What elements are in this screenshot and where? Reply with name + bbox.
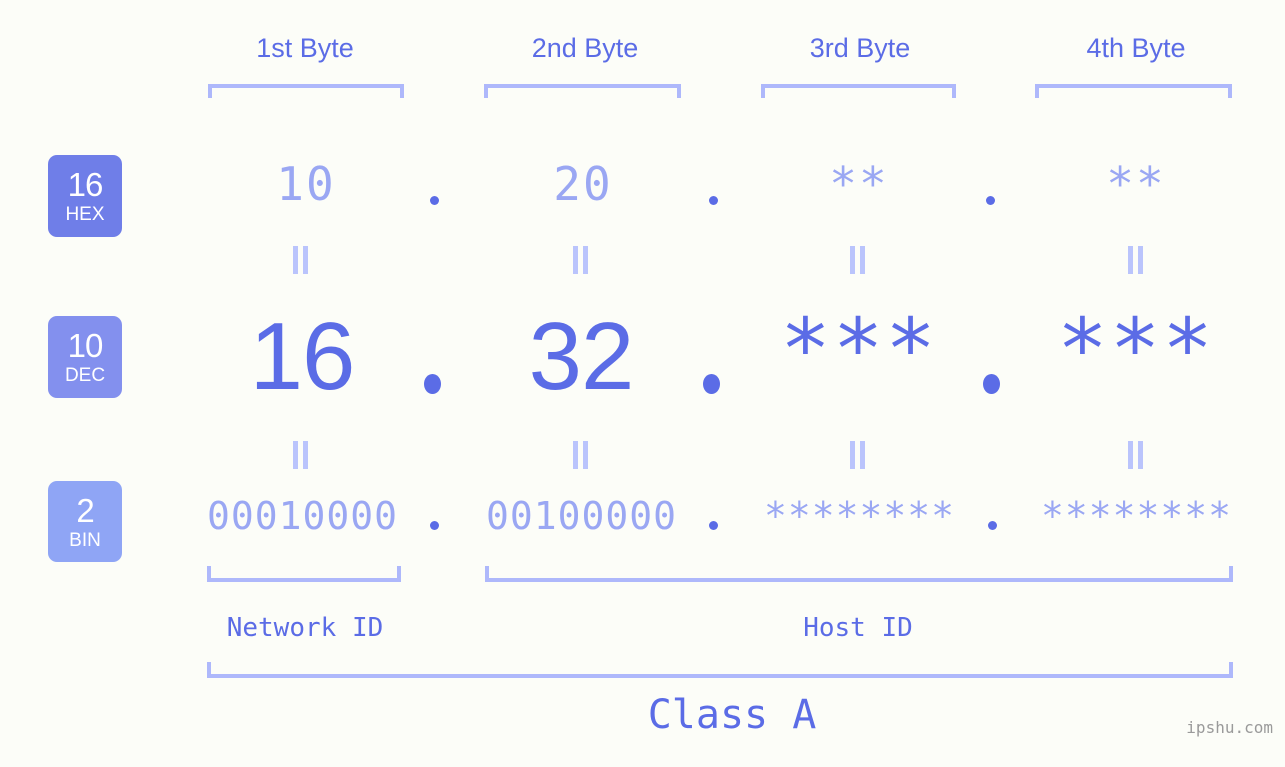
- radix-badge-hex-name: HEX: [65, 204, 105, 225]
- byte-header-2: 2nd Byte: [465, 33, 705, 64]
- equals-hex-dec-3: [849, 246, 867, 274]
- equals-hex-dec-1: [292, 246, 310, 274]
- dec-separator-1: [424, 374, 441, 394]
- hex-byte-4-value: **: [1016, 157, 1256, 211]
- bin-byte-2-text: 00100000: [485, 494, 678, 538]
- hex-separator-3: [986, 196, 995, 205]
- host-id-bracket: [485, 566, 1233, 582]
- dec-separator-3: [983, 374, 1000, 394]
- hex-byte-1-text: 10: [276, 157, 336, 211]
- byte-bracket-4: [1035, 84, 1232, 98]
- byte-header-1-label: 1st Byte: [256, 33, 354, 63]
- bin-byte-3-value: ********: [737, 494, 982, 538]
- hex-byte-2-text: 20: [553, 157, 613, 211]
- byte-header-3: 3rd Byte: [740, 33, 980, 64]
- host-id-label-text: Host ID: [803, 613, 913, 643]
- byte-header-3-label: 3rd Byte: [809, 33, 911, 63]
- radix-badge-hex-number: 16: [67, 166, 104, 203]
- hex-byte-3-text: **: [829, 157, 889, 211]
- equals-dec-bin-2: [572, 441, 590, 469]
- byte-header-1: 1st Byte: [185, 33, 425, 64]
- byte-header-4-label: 4th Byte: [1086, 33, 1186, 63]
- class-label: Class A: [512, 692, 952, 738]
- radix-badge-dec-number: 10: [67, 327, 104, 364]
- hex-byte-2-value: 20: [463, 157, 703, 211]
- network-id-label: Network ID: [185, 613, 425, 643]
- class-bracket: [207, 662, 1233, 678]
- equals-hex-dec-4: [1127, 246, 1145, 274]
- bin-byte-4-text: ********: [1040, 494, 1233, 538]
- bin-separator-3: [988, 521, 997, 530]
- bin-byte-4-value: ********: [1014, 494, 1259, 538]
- watermark-text: ipshu.com: [1186, 718, 1273, 737]
- watermark: ipshu.com: [1186, 718, 1273, 737]
- dec-byte-4-text: ***: [1057, 300, 1215, 398]
- radix-badge-bin[interactable]: 2 BIN: [48, 481, 122, 562]
- hex-separator-2: [709, 196, 718, 205]
- byte-bracket-2: [484, 84, 681, 98]
- dec-byte-2-text: 32: [528, 303, 635, 410]
- bin-separator-2: [709, 521, 718, 530]
- byte-bracket-3: [761, 84, 956, 98]
- hex-byte-1-value: 10: [186, 157, 426, 211]
- hex-separator-1: [430, 196, 439, 205]
- ip-breakdown-diagram: 1st Byte 2nd Byte 3rd Byte 4th Byte 16 H…: [0, 0, 1285, 767]
- byte-header-4: 4th Byte: [1016, 33, 1256, 64]
- bin-byte-1-text: 00010000: [206, 494, 399, 538]
- dec-byte-1-text: 16: [249, 303, 356, 410]
- bin-byte-2-value: 00100000: [459, 494, 704, 538]
- bin-byte-1-value: 00010000: [180, 494, 425, 538]
- dec-byte-2-value: 32: [461, 302, 701, 412]
- dec-byte-4-value: ***: [1016, 300, 1256, 398]
- dec-byte-3-text: ***: [780, 300, 938, 398]
- equals-dec-bin-4: [1127, 441, 1145, 469]
- network-id-bracket: [207, 566, 401, 582]
- dec-byte-1-value: 16: [182, 302, 422, 412]
- radix-badge-bin-name: BIN: [69, 529, 101, 551]
- radix-badge-dec-name: DEC: [64, 365, 106, 386]
- bin-separator-1: [430, 521, 439, 530]
- dec-byte-3-value: ***: [739, 300, 979, 398]
- byte-header-2-label: 2nd Byte: [531, 33, 639, 63]
- host-id-label: Host ID: [738, 613, 978, 643]
- dec-separator-2: [703, 374, 720, 394]
- bin-byte-3-text: ********: [763, 494, 956, 538]
- class-label-text: Class A: [647, 692, 817, 738]
- radix-badge-bin-number: 2: [76, 491, 94, 529]
- radix-badge-dec[interactable]: 10 DEC: [48, 316, 122, 398]
- hex-byte-4-text: **: [1106, 157, 1166, 211]
- byte-bracket-1: [208, 84, 404, 98]
- hex-byte-3-value: **: [739, 157, 979, 211]
- equals-dec-bin-1: [292, 441, 310, 469]
- radix-badge-hex[interactable]: 16 HEX: [48, 155, 122, 237]
- equals-hex-dec-2: [572, 246, 590, 274]
- equals-dec-bin-3: [849, 441, 867, 469]
- network-id-label-text: Network ID: [226, 613, 384, 643]
